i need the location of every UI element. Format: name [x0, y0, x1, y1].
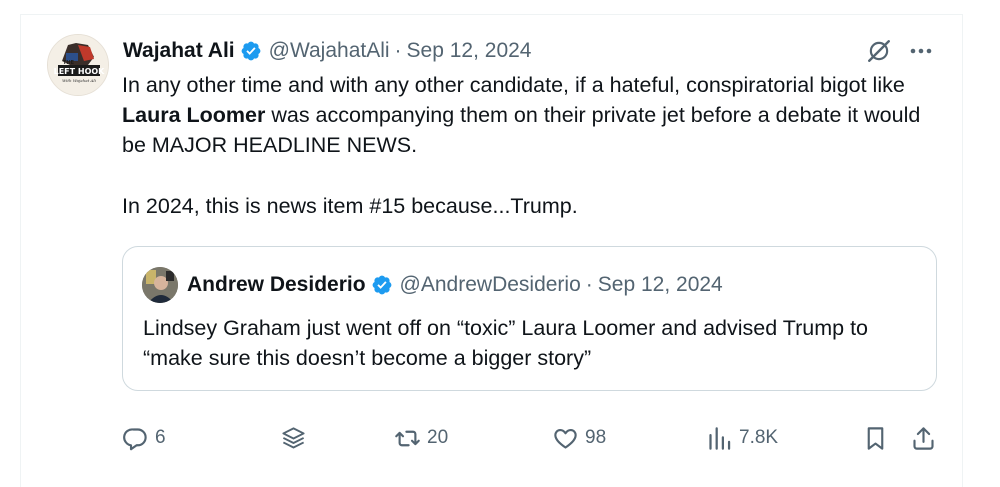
quoted-tweet[interactable]: Andrew Desiderio @AndrewDesiderio · Sep …: [122, 246, 937, 391]
avatar-logo-text: LEFT HOOK: [54, 67, 106, 76]
more-icon[interactable]: [908, 40, 934, 62]
verified-badge-icon: [372, 275, 391, 295]
tweet-text: In any other time and with any other can…: [122, 70, 942, 221]
repost-button[interactable]: 20: [394, 420, 448, 456]
tweet-paragraph-2: In 2024, this is news item #15 because..…: [122, 194, 578, 218]
left-hook-logo-icon: LEFT HOOK THE With Wajahat Ali: [48, 35, 108, 95]
reply-button[interactable]: 6: [122, 420, 166, 456]
repost-count: 20: [427, 427, 449, 448]
author-handle[interactable]: @WajahatAli: [269, 39, 390, 63]
mention-link[interactable]: Laura Loomer: [122, 103, 265, 127]
quoted-author-avatar[interactable]: [142, 267, 178, 303]
tweet-header: Wajahat Ali @WajahatAli · Sep 12, 2024: [123, 36, 532, 66]
share-icon: [913, 426, 934, 450]
repost-icon: [395, 430, 420, 446]
layers-icon: [282, 426, 305, 448]
layers-button[interactable]: [280, 420, 307, 456]
portrait-icon: [142, 267, 178, 303]
tweet-date[interactable]: Sep 12, 2024: [407, 39, 532, 63]
reply-count: 6: [155, 427, 166, 448]
like-icon: [554, 428, 577, 449]
views-button[interactable]: 7.8K: [706, 420, 778, 456]
quoted-tweet-text: Lindsey Graham just went off on “toxic” …: [143, 316, 869, 370]
separator-dot: ·: [394, 39, 402, 62]
like-button[interactable]: 98: [552, 420, 606, 456]
share-button[interactable]: [910, 420, 937, 456]
view-count: 7.8K: [739, 427, 779, 448]
reply-icon: [123, 427, 147, 450]
quoted-tweet-header: Andrew Desiderio @AndrewDesiderio · Sep …: [187, 270, 723, 300]
verified-badge-icon: [241, 41, 261, 61]
tweet-paragraph-1: In any other time and with any other can…: [122, 73, 921, 157]
views-icon: [709, 426, 731, 450]
quoted-author-handle[interactable]: @AndrewDesiderio: [400, 273, 581, 297]
like-count: 98: [585, 427, 607, 448]
author-avatar[interactable]: LEFT HOOK THE With Wajahat Ali: [47, 34, 109, 96]
svg-text:With Wajahat Ali: With Wajahat Ali: [62, 78, 97, 83]
author-name[interactable]: Wajahat Ali: [123, 39, 235, 63]
bookmark-icon: [867, 426, 884, 450]
bookmark-button[interactable]: [862, 420, 889, 456]
quoted-author-name[interactable]: Andrew Desiderio: [187, 273, 366, 297]
grok-icon[interactable]: [866, 38, 892, 64]
svg-text:THE: THE: [63, 60, 75, 66]
separator-dot: ·: [585, 273, 593, 296]
action-bar: 6 20 98 7.8K: [0, 420, 1000, 456]
quoted-tweet-date[interactable]: Sep 12, 2024: [598, 273, 723, 297]
